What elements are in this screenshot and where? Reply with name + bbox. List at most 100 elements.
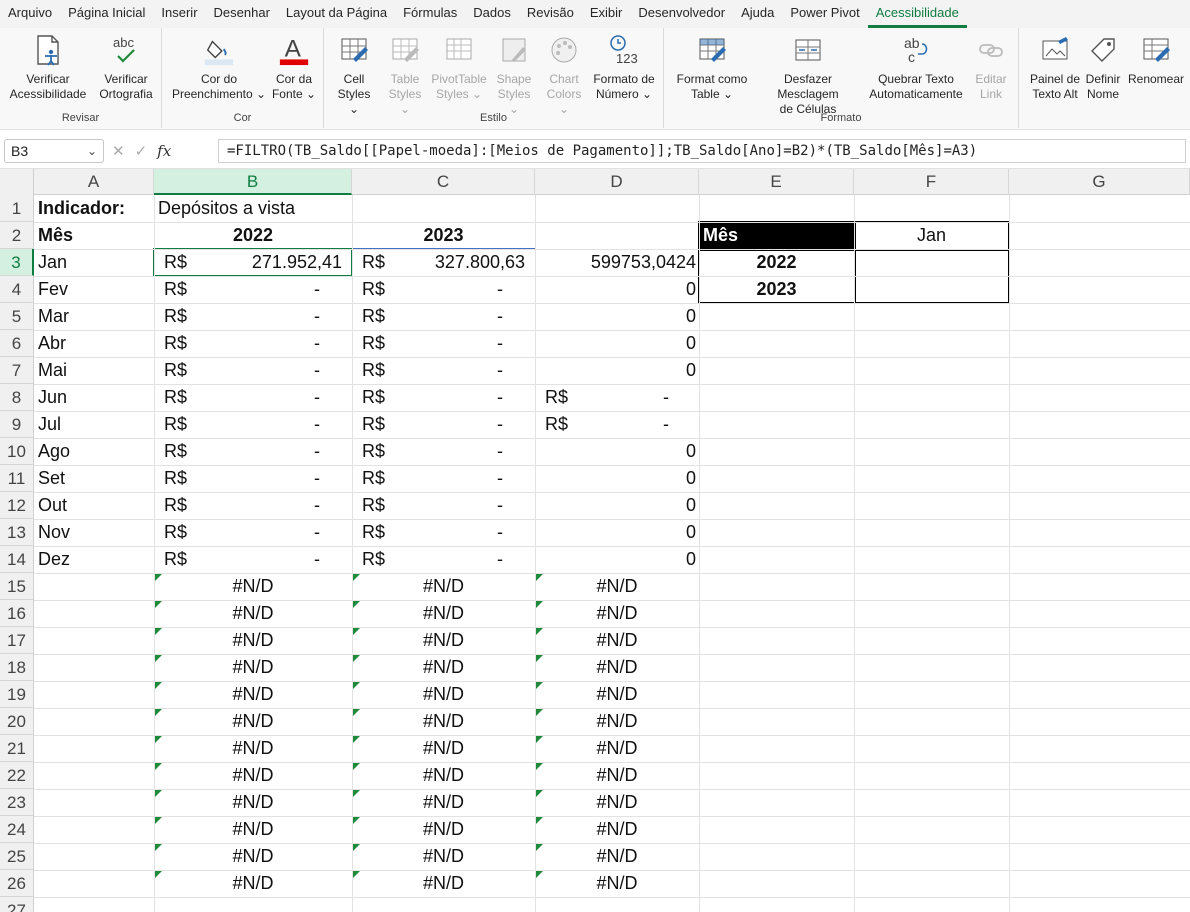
error-indicator-icon[interactable] <box>536 709 543 716</box>
row-header-22[interactable]: 22 <box>0 762 34 789</box>
cell-error-na[interactable]: #N/D <box>154 762 352 789</box>
cell-value-d[interactable]: 599753,0424 <box>535 249 696 276</box>
cell-error-na[interactable]: #N/D <box>535 762 699 789</box>
cell-b1[interactable]: Depósitos a vista <box>158 195 348 222</box>
cell-error-na[interactable]: #N/D <box>535 870 699 897</box>
cancel-icon[interactable]: ✕ <box>112 142 125 160</box>
row-header-12[interactable]: 12 <box>0 492 34 519</box>
row-header-17[interactable]: 17 <box>0 627 34 654</box>
cell-value-d[interactable]: 0 <box>535 303 696 330</box>
lookup-header-value[interactable]: Jan <box>854 222 1009 249</box>
menu-tab[interactable]: Revisão <box>519 0 582 28</box>
error-indicator-icon[interactable] <box>353 790 360 797</box>
row-header-9[interactable]: 9 <box>0 411 34 438</box>
lookup-header-label[interactable]: Mês <box>699 222 854 249</box>
cell-value-d[interactable]: 0 <box>535 276 696 303</box>
spreadsheet-grid[interactable]: ABCDEFG 1 2 3 4 5 6 7 8 9 10 11 12 13 14 15 16 17 18 19 20 2… <box>0 169 1190 912</box>
cell-value-2022[interactable]: - <box>154 411 342 438</box>
cell-error-na[interactable]: #N/D <box>352 627 535 654</box>
cell-error-na[interactable]: #N/D <box>352 870 535 897</box>
table-styles-button[interactable]: Table Styles ⌄ <box>382 32 428 117</box>
cell-error-na[interactable]: #N/D <box>154 681 352 708</box>
select-all-corner[interactable] <box>0 169 34 195</box>
cell-value-d[interactable]: 0 <box>535 330 696 357</box>
cell-error-na[interactable]: #N/D <box>352 843 535 870</box>
cell-error-na[interactable]: #N/D <box>154 843 352 870</box>
error-indicator-icon[interactable] <box>353 628 360 635</box>
cell-error-na[interactable]: #N/D <box>154 870 352 897</box>
cell-error-na[interactable]: #N/D <box>352 573 535 600</box>
cell-error-na[interactable]: #N/D <box>535 654 699 681</box>
verificar-ortografia-button[interactable]: abc Verificar Ortografia <box>94 32 158 102</box>
cell-value-d[interactable]: 0 <box>535 465 696 492</box>
menu-tab[interactable]: Power Pivot <box>782 0 867 28</box>
error-indicator-icon[interactable] <box>353 601 360 608</box>
cell-error-na[interactable]: #N/D <box>352 708 535 735</box>
menu-tab[interactable]: Layout da Página <box>278 0 395 28</box>
cell-value-2023[interactable]: - <box>352 330 525 357</box>
menu-tab[interactable]: Inserir <box>153 0 205 28</box>
cell-value-2023[interactable]: - <box>352 303 525 330</box>
cell-value-2022[interactable]: - <box>154 276 342 303</box>
row-header-23[interactable]: 23 <box>0 789 34 816</box>
cell-value-2023[interactable]: - <box>352 276 525 303</box>
row-header-5[interactable]: 5 <box>0 303 34 330</box>
error-indicator-icon[interactable] <box>536 601 543 608</box>
row-header-16[interactable]: 16 <box>0 600 34 627</box>
error-indicator-icon[interactable] <box>353 655 360 662</box>
cell-value-2022[interactable]: - <box>154 519 342 546</box>
desfazer-mesclagem-button[interactable]: Desfazer Mesclagem de Células <box>752 32 864 117</box>
row-header-21[interactable]: 21 <box>0 735 34 762</box>
lookup-year-2022[interactable]: 2022 <box>699 249 854 276</box>
error-indicator-icon[interactable] <box>155 574 162 581</box>
cell-value-d[interactable]: 0 <box>535 492 696 519</box>
cell-value-2023[interactable]: - <box>352 519 525 546</box>
error-indicator-icon[interactable] <box>155 790 162 797</box>
error-indicator-icon[interactable] <box>536 574 543 581</box>
editar-link-button[interactable]: Editar Link <box>968 32 1014 102</box>
cell-value-d[interactable]: 0 <box>535 438 696 465</box>
chevron-down-icon[interactable]: ⌄ <box>87 140 97 162</box>
column-header-g[interactable]: G <box>1009 169 1190 195</box>
cor-preenchimento-button[interactable]: Cor do Preenchimento ⌄ <box>170 32 268 102</box>
cell-value-2023[interactable]: - <box>352 438 525 465</box>
cell-value-2023[interactable]: 327.800,63 <box>352 249 525 276</box>
cell-month[interactable]: Dez <box>38 546 154 573</box>
menu-tab[interactable]: Exibir <box>582 0 631 28</box>
lookup-year-2023[interactable]: 2023 <box>699 276 854 303</box>
cell-value-2022[interactable]: - <box>154 492 342 519</box>
cell-value-2022[interactable]: - <box>154 384 342 411</box>
cell-month[interactable]: Mai <box>38 357 154 384</box>
error-indicator-icon[interactable] <box>536 628 543 635</box>
error-indicator-icon[interactable] <box>353 709 360 716</box>
menu-tab[interactable]: Acessibilidade <box>867 0 967 28</box>
error-indicator-icon[interactable] <box>155 601 162 608</box>
error-indicator-icon[interactable] <box>536 682 543 689</box>
column-header-c[interactable]: C <box>352 169 535 195</box>
cell-value-2023[interactable]: - <box>352 465 525 492</box>
error-indicator-icon[interactable] <box>353 763 360 770</box>
row-header-11[interactable]: 11 <box>0 465 34 492</box>
error-indicator-icon[interactable] <box>353 844 360 851</box>
row-header-13[interactable]: 13 <box>0 519 34 546</box>
cell-error-na[interactable]: #N/D <box>535 600 699 627</box>
cell-error-na[interactable]: #N/D <box>535 573 699 600</box>
insert-function-icon[interactable]: fx <box>157 142 171 160</box>
menu-tab[interactable]: Página Inicial <box>60 0 153 28</box>
row-header-4[interactable]: 4 <box>0 276 34 303</box>
row-header-7[interactable]: 7 <box>0 357 34 384</box>
cell-error-na[interactable]: #N/D <box>535 708 699 735</box>
row-header-15[interactable]: 15 <box>0 573 34 600</box>
cell-value-d[interactable]: 0 <box>535 519 696 546</box>
cell-error-na[interactable]: #N/D <box>352 816 535 843</box>
row-header-1[interactable]: 1 <box>0 195 34 222</box>
cell-error-na[interactable]: #N/D <box>154 627 352 654</box>
error-indicator-icon[interactable] <box>353 682 360 689</box>
menu-tab[interactable]: Ajuda <box>733 0 782 28</box>
cell-error-na[interactable]: #N/D <box>352 762 535 789</box>
column-header-b[interactable]: B <box>154 169 352 195</box>
cell-value-2022[interactable]: - <box>154 465 342 492</box>
shape-styles-button[interactable]: Shape Styles ⌄ <box>492 32 536 117</box>
cell-error-na[interactable]: #N/D <box>352 600 535 627</box>
cell-month[interactable]: Ago <box>38 438 154 465</box>
